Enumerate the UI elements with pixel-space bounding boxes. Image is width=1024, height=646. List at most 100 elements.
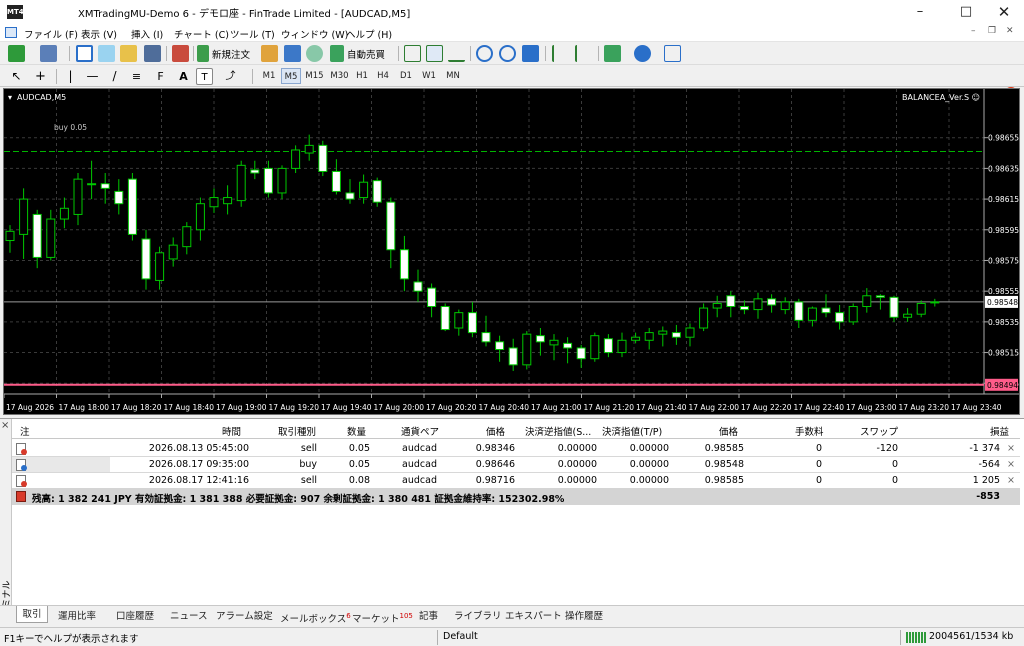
candle [644, 328, 654, 350]
equidistant-channel-icon[interactable]: ≡ [128, 68, 145, 85]
autotrading-icon[interactable] [330, 45, 344, 62]
tab-journal[interactable]: 操作履歴 [565, 608, 603, 625]
data-window-icon[interactable] [98, 45, 115, 62]
candlestick-chart[interactable]: 0.98655 0.98635 0.98615 0.98595 0.98575 0.985… [4, 89, 1019, 414]
menu-view[interactable]: 表示 (V) [81, 27, 117, 41]
candle-body [644, 332, 654, 341]
metaeditor-icon[interactable] [261, 45, 278, 62]
line-chart-icon[interactable] [448, 45, 465, 62]
menu-insert[interactable]: 挿入 (I) [131, 27, 163, 41]
tf-m1[interactable]: M1 [258, 68, 280, 84]
new-order-icon[interactable] [197, 45, 209, 62]
horizontal-line-icon[interactable]: — [84, 68, 101, 85]
crosshair-icon[interactable]: + [32, 68, 49, 85]
close-order-icon[interactable]: × [1007, 459, 1015, 470]
close-order-icon[interactable]: × [1007, 475, 1015, 486]
mdi-close-icon[interactable]: ✕ [1006, 26, 1014, 36]
tab-articles[interactable]: 記事 [419, 608, 438, 625]
menu-chart[interactable]: チャート (C) [174, 27, 229, 41]
chart-shift-icon[interactable] [575, 45, 592, 62]
col-order[interactable]: 注 [20, 424, 30, 438]
col-swap[interactable]: スワップ [860, 424, 898, 438]
col-price[interactable]: 価格 [486, 424, 505, 438]
terminal-close-icon[interactable]: × [1, 420, 9, 431]
tf-h1[interactable]: H1 [352, 68, 372, 84]
chart-menu-icon[interactable]: ▾ [8, 93, 12, 102]
col-time[interactable]: 時間 [222, 424, 241, 438]
tab-market[interactable]: マーケット105 [352, 608, 413, 625]
tf-h4[interactable]: H4 [373, 68, 393, 84]
indicators-icon[interactable] [604, 45, 621, 62]
text-label-icon[interactable]: T [196, 68, 213, 85]
menu-tools[interactable]: ツール (T) [230, 27, 275, 41]
new-chart-icon[interactable] [8, 45, 25, 62]
candle-body [386, 201, 396, 251]
fibonacci-icon[interactable]: F [152, 68, 169, 85]
col-volume[interactable]: 数量 [347, 424, 366, 438]
tab-news[interactable]: ニュース [170, 608, 208, 625]
tab-alerts[interactable]: アラーム設定 [216, 608, 273, 625]
tf-m15[interactable]: M15 [302, 68, 327, 84]
tab-exposure[interactable]: 運用比率 [58, 608, 96, 625]
tf-m30[interactable]: M30 [327, 68, 352, 84]
text-icon[interactable]: A [175, 68, 192, 85]
table-row[interactable]: 2026.08.17 09:35:00 buy 0.05 audcad 0.98… [12, 457, 1020, 473]
arrows-icon[interactable]: ⤴ [222, 68, 239, 85]
vertical-line-icon[interactable]: | [62, 68, 79, 85]
templates-icon[interactable] [664, 45, 681, 62]
mdi-minimize-icon[interactable]: – [971, 26, 976, 36]
market-watch-icon[interactable] [76, 45, 93, 62]
tf-mn[interactable]: MN [441, 68, 465, 84]
menu-file[interactable]: ファイル (F) [24, 27, 78, 41]
zoom-out-icon[interactable] [499, 45, 516, 62]
candle-body [535, 335, 545, 343]
minimize-icon[interactable]: – [900, 0, 940, 24]
candle [318, 140, 328, 177]
col-type[interactable]: 取引種別 [278, 424, 316, 438]
col-symbol[interactable]: 通貨ペア [401, 424, 439, 438]
row-swap: 0 [891, 475, 898, 486]
tf-m5[interactable]: M5 [281, 68, 301, 84]
close-order-icon[interactable]: × [1007, 443, 1015, 454]
terminal-icon[interactable] [144, 45, 161, 62]
strategy-tester-icon[interactable] [172, 45, 189, 62]
col-cur-price[interactable]: 価格 [719, 424, 738, 438]
x-tick-label: 17 Aug 18:20 [111, 403, 162, 412]
trendline-icon[interactable]: / [106, 68, 123, 85]
candle-body [726, 295, 736, 308]
tab-library[interactable]: ライブラリ [454, 608, 502, 625]
menu-window[interactable]: ウィンドウ (W) [281, 27, 348, 41]
col-sl[interactable]: 決済逆指値(S... [525, 424, 599, 438]
signals-icon[interactable] [284, 45, 301, 62]
autotrading-button[interactable]: 自動売買 [347, 47, 385, 61]
table-row[interactable]: 2026.08.13 05:45:00 sell 0.05 audcad 0.9… [12, 441, 1020, 457]
tab-account-history[interactable]: 口座履歴 [116, 608, 154, 625]
col-commission[interactable]: 手数料 [795, 424, 824, 438]
maximize-icon[interactable]: □ [946, 0, 986, 24]
navigator-icon[interactable] [120, 45, 137, 62]
candlestick-icon[interactable] [426, 45, 443, 62]
row-price: 0.98716 [475, 475, 515, 486]
cursor-icon[interactable]: ↖ [8, 68, 25, 85]
col-tp[interactable]: 決済指値(T/P) [602, 424, 662, 438]
zoom-in-icon[interactable] [476, 45, 493, 62]
price-chart[interactable]: 0.98655 0.98635 0.98615 0.98595 0.98575 0.985… [3, 88, 1020, 415]
tile-windows-icon[interactable] [522, 45, 539, 62]
mdi-restore-icon[interactable]: ❐ [988, 26, 996, 36]
menu-help[interactable]: ヘルプ (H) [346, 27, 392, 41]
new-order-button[interactable]: 新規注文 [212, 47, 250, 61]
status-profile[interactable]: Default [443, 631, 478, 642]
tab-experts[interactable]: エキスパート [505, 608, 562, 625]
table-row[interactable]: 2026.08.17 12:41:16 sell 0.08 audcad 0.9… [12, 473, 1020, 489]
bar-chart-icon[interactable] [404, 45, 421, 62]
close-icon[interactable]: ✕ [984, 0, 1024, 24]
tf-d1[interactable]: D1 [395, 68, 417, 84]
autoscroll-icon[interactable] [552, 45, 569, 62]
mql5-icon[interactable] [306, 45, 323, 62]
tf-w1[interactable]: W1 [418, 68, 440, 84]
profiles-icon[interactable] [40, 45, 57, 62]
col-profit[interactable]: 損益 [990, 424, 1009, 438]
tab-trade[interactable]: 取引 [16, 606, 48, 623]
periods-icon[interactable] [634, 45, 651, 62]
tab-mailbox[interactable]: メールボックス6 [280, 608, 351, 625]
